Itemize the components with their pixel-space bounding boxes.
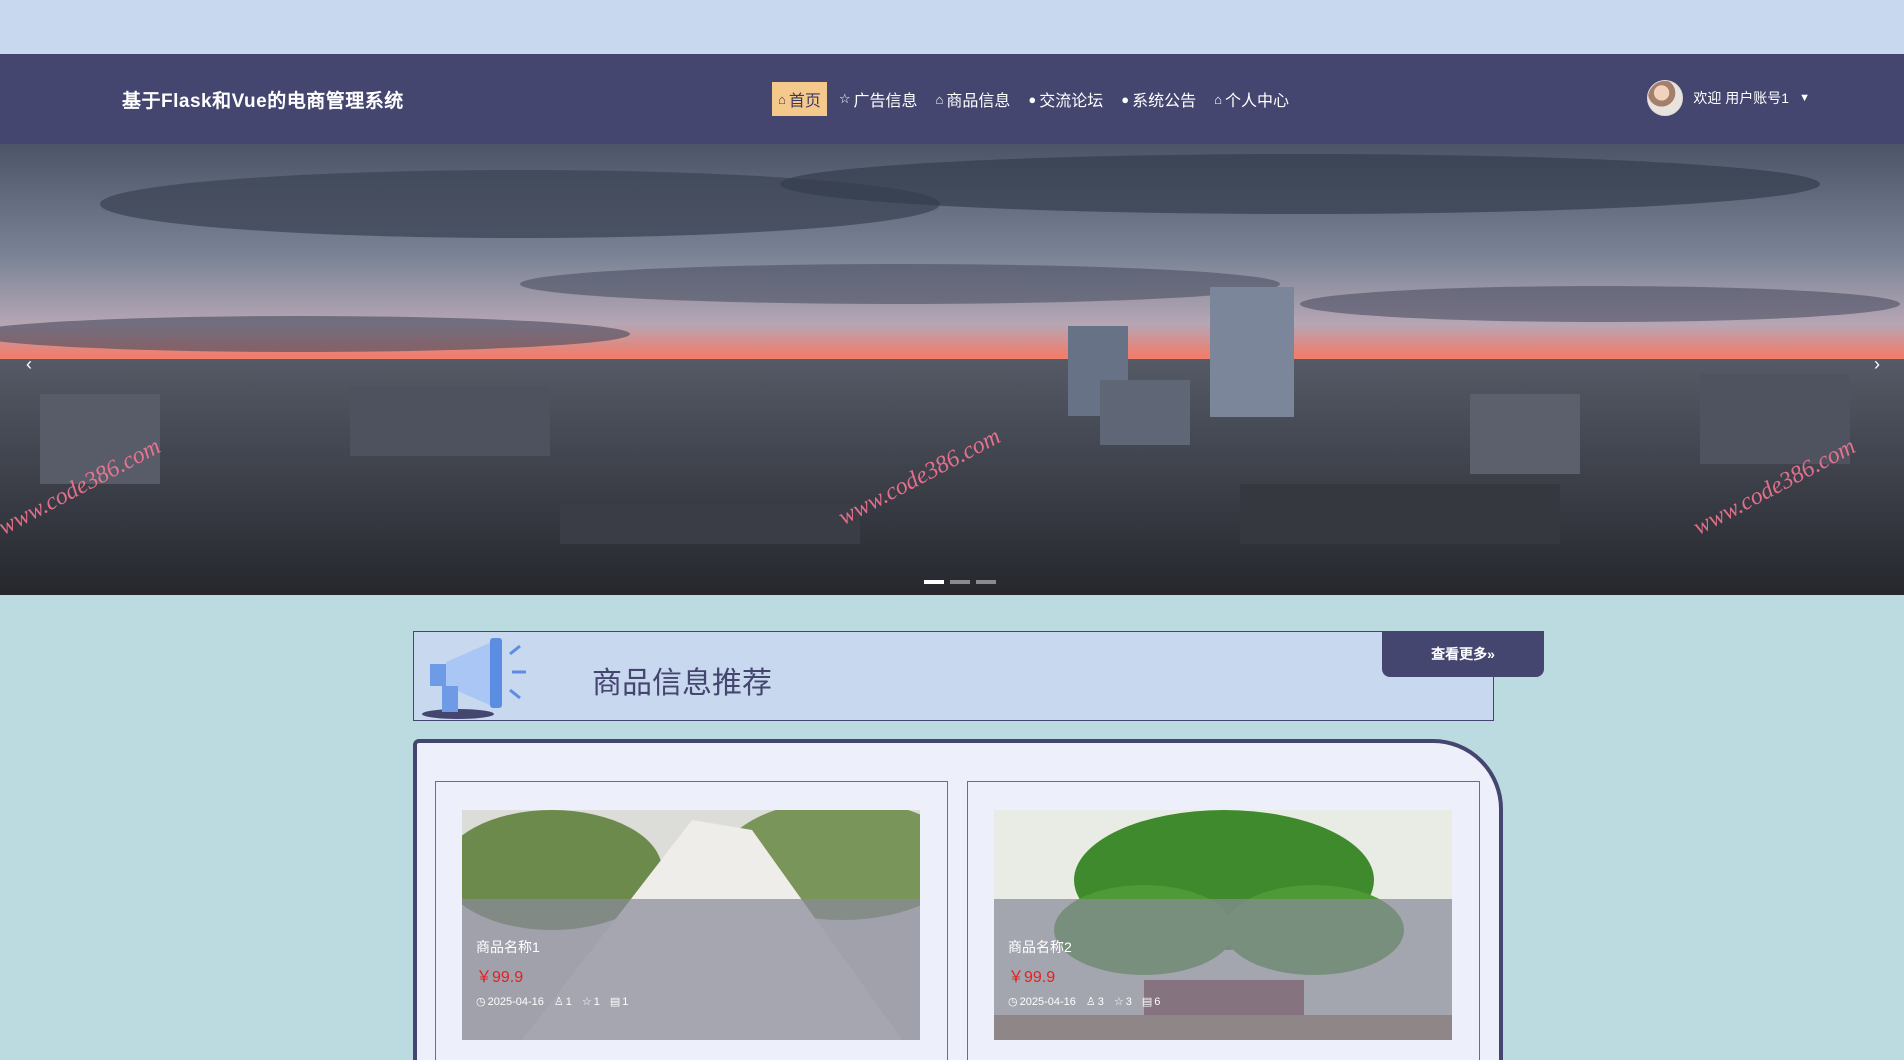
thumbs-up-icon: ♙ [1085, 996, 1096, 1008]
hero-carousel[interactable]: www.code386.com www.code386.com www.code… [0, 144, 1904, 595]
meta-likes: ♙ 1 [553, 995, 572, 1009]
product-price: ￥99.9 [1008, 969, 1056, 986]
nav-label-products: 商品信息 [946, 93, 1011, 110]
product-info-overlay: 商品名称2 ￥99.9 ◷ 2025-04-16 ♙ 3 ☆ 3 ▤ 6 [994, 899, 1452, 1040]
product-card[interactable]: 商品名称1 ￥99.9 ◷ 2025-04-16 ♙ 1 ☆ 1 ▤ 1 [435, 781, 948, 1060]
comment-icon: ▤ [1141, 996, 1153, 1008]
caret-down-icon[interactable]: ▼ [1799, 92, 1810, 104]
carousel-dot[interactable] [924, 580, 944, 584]
city-skyline-image [0, 144, 1904, 595]
nav-item-products[interactable]: ⌂ 商品信息 [930, 82, 1017, 116]
star-icon: ☆ [1113, 996, 1124, 1008]
product-image[interactable]: 商品名称1 ￥99.9 ◷ 2025-04-16 ♙ 1 ☆ 1 ▤ 1 [462, 810, 920, 1040]
nav-label-ads: 广告信息 [853, 93, 918, 110]
home-icon: ⌂ [1214, 91, 1223, 107]
product-comments: 6 [1154, 995, 1161, 1008]
help-icon: ● [1121, 91, 1130, 107]
product-date: 2025-04-16 [1019, 995, 1076, 1008]
avatar[interactable] [1647, 80, 1684, 116]
carousel-prev-arrow[interactable]: ‹ [26, 354, 32, 375]
section-header: 商品信息推荐 [413, 631, 1494, 721]
meta-likes: ♙ 3 [1085, 995, 1104, 1009]
product-likes: 1 [565, 995, 572, 1008]
product-card[interactable]: 商品名称2 ￥99.9 ◷ 2025-04-16 ♙ 3 ☆ 3 ▤ 6 [967, 781, 1480, 1060]
nav-label-forum: 交流论坛 [1039, 93, 1104, 110]
product-date: 2025-04-16 [487, 995, 544, 1008]
star-icon: ☆ [838, 91, 851, 106]
user-greeting[interactable]: 欢迎 用户账号1 [1693, 88, 1789, 108]
nav-item-ads[interactable]: ☆ 广告信息 [833, 82, 924, 116]
meta-date: ◷ 2025-04-16 [1008, 995, 1076, 1009]
clock-icon: ◷ [1008, 996, 1018, 1008]
product-stars: 3 [1125, 995, 1132, 1008]
carousel-dot[interactable] [950, 580, 970, 584]
user-menu[interactable]: 欢迎 用户账号1 ▼ [1647, 80, 1810, 116]
nav-item-home[interactable]: ⌂ 首页 [772, 82, 827, 116]
view-more-button[interactable]: 查看更多» [1382, 631, 1544, 677]
top-strip [0, 0, 1904, 54]
product-meta: ◷ 2025-04-16 ♙ 1 ☆ 1 ▤ 1 [476, 995, 906, 1009]
product-name[interactable]: 商品名称1 [476, 937, 906, 957]
info-icon: ● [1028, 91, 1037, 107]
nav-item-forum[interactable]: ● 交流论坛 [1022, 82, 1109, 116]
product-meta: ◷ 2025-04-16 ♙ 3 ☆ 3 ▤ 6 [1008, 995, 1438, 1009]
carousel-indicators [924, 580, 996, 584]
section-title: 商品信息推荐 [592, 667, 772, 700]
product-name[interactable]: 商品名称2 [1008, 937, 1438, 957]
nav-label-notice: 系统公告 [1132, 93, 1197, 110]
clock-icon: ◷ [476, 996, 486, 1008]
nav-menu: ⌂ 首页 ☆ 广告信息 ⌂ 商品信息 ● 交流论坛 ● 系统公告 ⌂ 个人中心 [772, 82, 1295, 116]
product-info-overlay: 商品名称1 ￥99.9 ◷ 2025-04-16 ♙ 1 ☆ 1 ▤ 1 [462, 899, 920, 1040]
star-icon: ☆ [581, 996, 592, 1008]
nav-label-profile: 个人中心 [1225, 93, 1290, 110]
home-icon: ⌂ [778, 91, 786, 107]
megaphone-icon [422, 638, 526, 719]
nav-item-profile[interactable]: ⌂ 个人中心 [1208, 82, 1295, 116]
product-panel: 商品名称1 ￥99.9 ◷ 2025-04-16 ♙ 1 ☆ 1 ▤ 1 商品名… [413, 739, 1503, 1060]
navbar: 基于Flask和Vue的电商管理系统 ⌂ 首页 ☆ 广告信息 ⌂ 商品信息 ● … [0, 54, 1904, 144]
nav-label-home: 首页 [788, 93, 821, 110]
meta-comments: ▤ 1 [609, 995, 629, 1009]
product-comments: 1 [622, 995, 629, 1008]
carousel-next-arrow[interactable]: › [1874, 354, 1880, 375]
meta-comments: ▤ 6 [1141, 995, 1161, 1009]
bag-icon: ⌂ [935, 91, 944, 107]
thumbs-up-icon: ♙ [553, 996, 564, 1008]
nav-item-notice[interactable]: ● 系统公告 [1115, 82, 1202, 116]
carousel-dot[interactable] [976, 580, 996, 584]
product-likes: 3 [1097, 995, 1104, 1008]
product-image[interactable]: 商品名称2 ￥99.9 ◷ 2025-04-16 ♙ 3 ☆ 3 ▤ 6 [994, 810, 1452, 1040]
product-stars: 1 [593, 995, 600, 1008]
meta-date: ◷ 2025-04-16 [476, 995, 544, 1009]
product-price: ￥99.9 [476, 969, 524, 986]
comment-icon: ▤ [609, 996, 621, 1008]
meta-stars: ☆ 1 [581, 995, 600, 1009]
site-brand[interactable]: 基于Flask和Vue的电商管理系统 [122, 86, 404, 113]
meta-stars: ☆ 3 [1113, 995, 1132, 1009]
